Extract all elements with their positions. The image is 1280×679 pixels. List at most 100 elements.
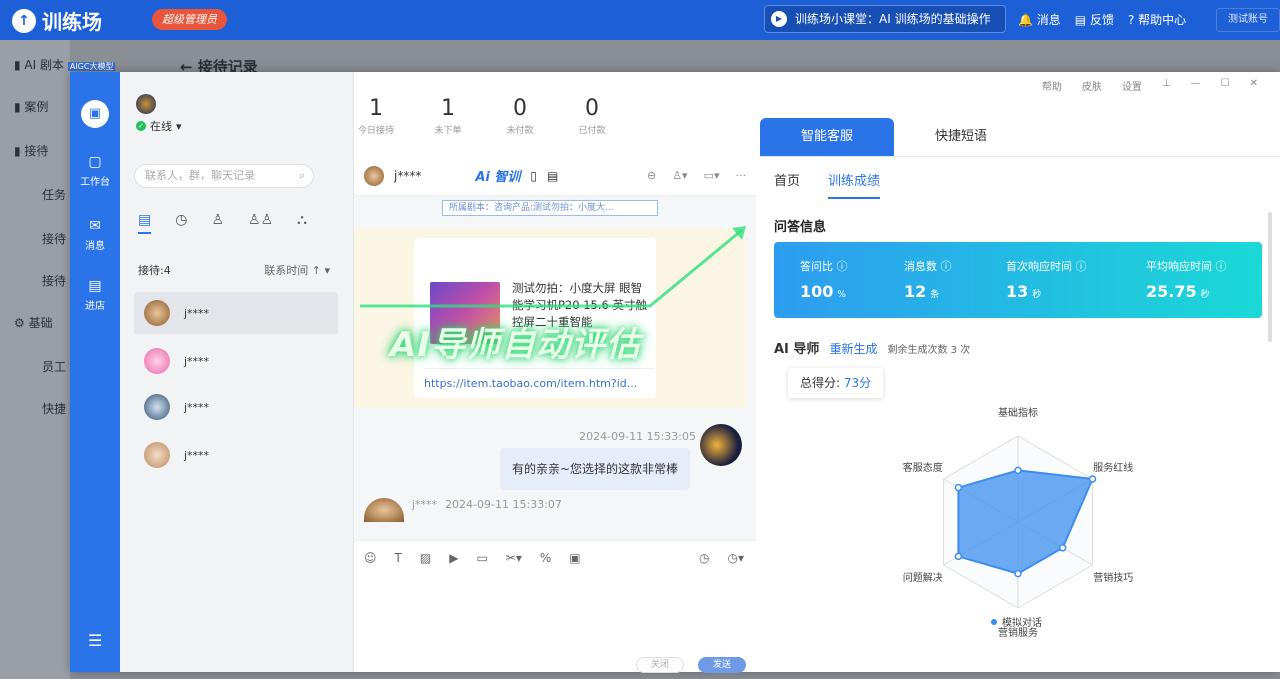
bg-item-reception[interactable]: ▮ 接待	[14, 142, 48, 159]
feedback-link[interactable]: ▤ 反馈	[1075, 11, 1114, 28]
text-icon[interactable]: T	[395, 551, 402, 565]
radar-data-point	[1014, 569, 1022, 578]
ai-tutor-header: AI 导师 重新生成 剩余生成次数 3 次	[774, 338, 970, 357]
scissors-icon[interactable]: ✂▾	[506, 551, 522, 565]
rail-store[interactable]: ▤ 进店	[70, 278, 120, 312]
menu-icon[interactable]: ☰	[88, 631, 102, 650]
minimize-icon[interactable]: —	[1191, 78, 1201, 93]
bg-item-reception-3[interactable]: 接待	[42, 272, 66, 289]
contact-item[interactable]: j****	[134, 434, 338, 476]
chat-logo-icon[interactable]: ▣	[81, 100, 109, 128]
user-dropdown-icon[interactable]: ♙▾	[672, 169, 687, 182]
sort-dropdown[interactable]: 联系时间 ↑ ▾	[264, 262, 330, 278]
skin-tool[interactable]: 皮肤	[1082, 78, 1102, 93]
check-icon: ✓	[136, 121, 146, 131]
background-sidebar: ▮ AI 剧本 AIGC大模型 ▮ 案例 ▮ 接待 任务 接待 接待 ⚙ 基础 …	[0, 40, 116, 679]
chat-tab-icon[interactable]: ▤	[138, 212, 152, 234]
group-tab-icon[interactable]: ♙♙	[248, 212, 273, 234]
subtab-home[interactable]: 首页	[774, 170, 800, 189]
close-button[interactable]: 关闭	[636, 657, 684, 673]
doc-icon[interactable]: ▤	[547, 169, 558, 183]
history-icon[interactable]: ◷	[699, 551, 709, 565]
radar-data-point	[954, 483, 963, 492]
radar-data-point	[1058, 544, 1067, 552]
stat-today: 1 今日接待	[357, 96, 394, 136]
regenerate-link[interactable]: 重新生成	[829, 340, 877, 357]
clock-dropdown-icon[interactable]: ◷▾	[728, 551, 745, 565]
remaining-count: 剩余生成次数 3 次	[887, 345, 971, 356]
contact-search-input[interactable]: 联系人，群，聊天记录 ⌕	[134, 164, 314, 188]
online-status[interactable]: ✓ 在线 ▾	[136, 118, 182, 134]
file-icon[interactable]: ▣	[569, 551, 580, 565]
contact-item[interactable]: j****	[134, 340, 338, 382]
ai-brand-label: Ai 智训	[475, 170, 521, 185]
subtab-training-score[interactable]: 训练成绩	[828, 170, 881, 199]
clock-tab-icon[interactable]: ◷	[175, 212, 187, 234]
legend-label: 模拟对话	[1002, 616, 1042, 629]
app-logo[interactable]: ↑ 训练场	[12, 6, 102, 35]
user-avatar[interactable]	[136, 94, 156, 117]
message-time: 2024-09-11 15:33:05	[579, 430, 696, 443]
bg-item-staff[interactable]: 员工	[42, 358, 66, 375]
percent-icon[interactable]: %	[540, 551, 551, 565]
stat-unpaid: 0 未付款	[506, 96, 534, 136]
radar-data-point	[1014, 466, 1022, 475]
panel-scrollbar[interactable]	[1268, 212, 1272, 342]
rail-messages[interactable]: ✉ 消息	[70, 218, 120, 252]
folder-icon[interactable]: ▭	[476, 551, 487, 565]
product-link[interactable]: https://item.taobao.com/item.htm?id...	[424, 368, 654, 390]
message-link[interactable]: 🔔 消息	[1018, 11, 1061, 28]
contact-panel: ✓ 在线 ▾ 联系人，群，聊天记录 ⌕ ▤ ◷ ♙ ♙♙ ⛬ 接待:4 联系时间…	[120, 72, 354, 672]
person-tab-icon[interactable]: ♙	[211, 212, 224, 234]
maximize-icon[interactable]: ☐	[1221, 78, 1230, 93]
note-icon[interactable]: ▯	[530, 169, 537, 183]
lesson-text: 训练场小课堂：AI 训练场的基础操作	[795, 12, 991, 26]
help-link[interactable]: ? 帮助中心	[1128, 11, 1186, 28]
send-button[interactable]: 发送	[698, 657, 746, 673]
radar-axis-label: 客服态度	[903, 461, 943, 474]
bg-item-case[interactable]: ▮ 案例	[14, 98, 48, 115]
help-tool[interactable]: 帮助	[1042, 78, 1062, 93]
video-dropdown-icon[interactable]: ▭▾	[704, 169, 720, 182]
rail-workbench[interactable]: ▢ 工作台	[70, 154, 120, 188]
store-icon: ▤	[88, 278, 102, 294]
top-links: 🔔 消息 ▤ 反馈 ? 帮助中心	[1018, 11, 1186, 28]
bg-item-shortcut[interactable]: 快捷	[42, 400, 66, 417]
org-tab-icon[interactable]: ⛬	[297, 212, 307, 234]
minus-circle-icon[interactable]: ⊖	[647, 169, 656, 182]
message-composer[interactable]: ☺ T ▨ ▶ ▭ ✂▾ % ▣ ◷ ◷▾ 关闭 发送	[354, 540, 756, 673]
caret-down-icon: ▾	[176, 119, 182, 133]
incoming-message-header: j**** 2024-09-11 15:33:07	[364, 498, 562, 522]
bg-item-task[interactable]: 任务	[42, 186, 66, 203]
avatar	[144, 394, 170, 420]
more-icon[interactable]: ···	[736, 169, 747, 182]
avatar	[144, 348, 170, 374]
image-icon[interactable]: ▨	[420, 551, 431, 565]
script-tag: 所属剧本：咨询产品:测试勿拍：小度大...	[442, 200, 658, 216]
chat-contact-name: j****	[394, 168, 422, 183]
bg-item-basic[interactable]: ⚙ 基础	[14, 314, 53, 331]
agent-message: 有的亲亲~您选择的这款非常棒	[500, 448, 691, 490]
tab-smart-service[interactable]: 智能客服	[760, 118, 894, 156]
emoji-icon[interactable]: ☺	[364, 551, 377, 565]
settings-tool[interactable]: 设置	[1122, 78, 1142, 93]
contact-item[interactable]: j****	[134, 292, 338, 334]
close-icon[interactable]: ✕	[1250, 78, 1258, 93]
bg-item-reception-2[interactable]: 接待	[42, 230, 66, 247]
overlay-arrow	[360, 226, 746, 308]
contact-item[interactable]: j****	[134, 386, 338, 428]
video-icon[interactable]: ▶	[449, 551, 458, 565]
account-button[interactable]: 测试账号	[1216, 8, 1280, 32]
pin-icon[interactable]: ⊥	[1162, 78, 1171, 93]
composer-tools: ☺ T ▨ ▶ ▭ ✂▾ % ▣	[364, 551, 581, 565]
lesson-link[interactable]: ▶ 训练场小课堂：AI 训练场的基础操作	[764, 5, 1006, 33]
tab-divider	[760, 156, 1280, 157]
contact-tabs: ▤ ◷ ♙ ♙♙ ⛬	[138, 212, 307, 234]
tab-quick-phrases[interactable]: 快捷短语	[894, 118, 1028, 156]
metrics-card: 答问比 ⓘ 100% 消息数 ⓘ 12 条 首次响应时间 ⓘ 13 秒 平均响应时间 ⓘ 2…	[774, 242, 1262, 318]
reception-stats: 1 今日接待 1 未下单 0 未付款 0 已付款	[340, 96, 628, 136]
radar-axis-label: 基础指标	[998, 406, 1038, 419]
search-icon: ⌕	[298, 169, 305, 182]
assistant-panel: 智能客服 快捷短语 首页 训练成绩 问答信息 答问比 ⓘ 100% 消息数 ⓘ 12…	[760, 116, 1280, 672]
bg-item-ai-script[interactable]: ▮ AI 剧本 AIGC大模型	[14, 56, 116, 73]
